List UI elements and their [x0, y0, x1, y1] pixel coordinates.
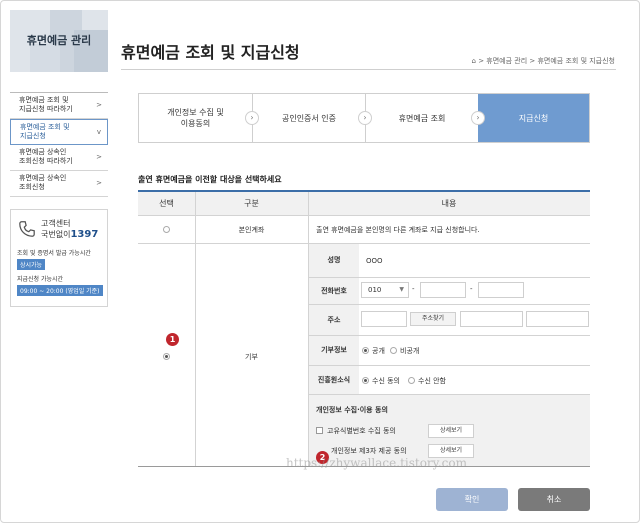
- divider: [121, 69, 616, 70]
- phone-dash: -: [412, 285, 415, 293]
- name-value: OOO: [366, 257, 383, 265]
- phone-label: 전화번호: [309, 278, 359, 304]
- sidebar-item-inquiry[interactable]: 휴면예금 조회 및 지급신청 v: [10, 119, 108, 145]
- phone-prefix-value: 010: [368, 286, 382, 294]
- sidebar-title-banner: 휴면예금 관리: [10, 10, 108, 72]
- customer-center-number: 국번없이1397: [41, 229, 98, 240]
- phone-prefix-select[interactable]: 010 ▼: [361, 282, 409, 298]
- sidebar-item-heir-guide[interactable]: 휴면예금 상속인 조회신청 따라하기 >: [10, 145, 108, 171]
- sidebar-menu: 휴면예금 조회 및 지급신청 따라하기 > 휴면예금 조회 및 지급신청 v 휴…: [10, 92, 108, 197]
- sidebar-item-guide[interactable]: 휴면예금 조회 및 지급신청 따라하기 >: [10, 93, 108, 119]
- sidebar-item-label: 휴면예금 조회 및: [20, 123, 70, 131]
- consent-id-label: 고유식별번호 수집 동의: [327, 427, 396, 435]
- home-icon[interactable]: ⌂: [472, 57, 476, 65]
- confirm-button[interactable]: 확인: [436, 488, 508, 511]
- promo-disagree-label: 수신 안함: [418, 377, 446, 385]
- sidebar-item-label: 지급신청 따라하기: [19, 105, 73, 113]
- step-label: 지급신청: [518, 113, 549, 123]
- phone-middle-input[interactable]: [420, 282, 466, 298]
- watermark: https://zhywallace.tistory.com: [286, 456, 467, 470]
- phone-icon: [19, 221, 35, 237]
- sidebar-title: 휴면예금 관리: [26, 34, 92, 47]
- chevron-right-icon: >: [96, 101, 102, 109]
- sidebar-item-label: 지급신청: [20, 132, 46, 140]
- column-header-select: 선택: [138, 192, 195, 216]
- name-label: 성명: [309, 244, 359, 277]
- step-inquiry: 휴면예금 조회 ›: [365, 94, 485, 142]
- address-label: 주소: [309, 305, 359, 335]
- progress-steps: 개인정보 수집 및이용동의 › 공인인증서 인증 › 휴면예금 조회 › 지급신…: [138, 93, 590, 143]
- promo-agree-label: 수신 동의: [372, 377, 400, 385]
- step-payment: 지급신청: [478, 94, 589, 142]
- chevron-right-icon: >: [96, 153, 102, 161]
- row-type-donation: 기부: [245, 353, 258, 361]
- hours-badge: 상시가능: [17, 259, 46, 270]
- step-certificate: 공인인증서 인증 ›: [252, 94, 372, 142]
- chevron-right-icon: >: [96, 179, 102, 187]
- column-header-type: 구분: [195, 192, 308, 216]
- donation-radio[interactable]: [163, 353, 170, 360]
- hours-label: 지급신청 가능시간: [17, 276, 64, 283]
- promo-disagree-radio[interactable]: [408, 377, 415, 384]
- sidebar-item-label: 조회신청 따라하기: [19, 157, 73, 165]
- detail-button[interactable]: 상세보기: [428, 424, 474, 438]
- section-title: 출연 휴면예금을 이전할 대상을 선택하세요: [138, 175, 282, 184]
- sidebar-item-heir[interactable]: 휴면예금 상속인 조회신청 >: [10, 171, 108, 197]
- promo-agree-radio[interactable]: [362, 377, 369, 384]
- step-label: 휴면예금 조회: [398, 113, 446, 123]
- chevron-down-icon: ▼: [399, 286, 404, 293]
- row-type-own-account: 본인계좌: [238, 226, 265, 234]
- address-detail-input[interactable]: [526, 311, 589, 327]
- consent-title: 개인정보 수집·이용 동의: [316, 406, 388, 414]
- donation-private-label: 비공개: [400, 347, 420, 355]
- row-description: 출연 휴면예금을 본인명의 다른 계좌로 지급 신청합니다.: [316, 226, 480, 234]
- address-input[interactable]: [460, 311, 523, 327]
- address-search-button[interactable]: 주소찾기: [410, 312, 456, 326]
- donation-public-radio[interactable]: [362, 347, 369, 354]
- step-consent: 개인정보 수집 및이용동의 ›: [139, 94, 259, 142]
- cancel-button[interactable]: 취소: [518, 488, 590, 511]
- sidebar-item-label: 조회신청: [19, 183, 45, 191]
- chevron-right-icon: ›: [245, 111, 259, 125]
- donation-info-label: 기부정보: [309, 336, 359, 365]
- promo-label: 진흥원소식: [309, 366, 359, 394]
- phone-last-input[interactable]: [478, 282, 524, 298]
- phone-number: 1397: [70, 229, 99, 240]
- chevron-right-icon: ›: [471, 111, 485, 125]
- hours-badge: 09:00 ~ 20:00 (영업일 기준): [17, 285, 103, 296]
- breadcrumb: ⌂ > 휴면예금 관리 > 휴면예금 조회 및 지급신청: [472, 56, 615, 66]
- chevron-down-icon: v: [96, 128, 101, 136]
- sidebar-item-label: 휴면예금 조회 및: [19, 96, 69, 104]
- page-title: 휴면예금 조회 및 지급신청: [121, 43, 300, 62]
- phone-dash: -: [470, 285, 473, 293]
- step-label: 개인정보 수집 및: [167, 108, 224, 117]
- step-label: 공인인증서 인증: [281, 113, 337, 123]
- hours-label: 조회 및 증명서 발급 가능시간: [17, 250, 91, 257]
- breadcrumb-text[interactable]: > 휴면예금 관리 > 휴면예금 조회 및 지급신청: [478, 57, 615, 65]
- sidebar-item-label: 휴면예금 상속인: [19, 148, 67, 156]
- chevron-right-icon: ›: [358, 111, 372, 125]
- consent-third-party-label: 개인정보 제3자 제공 동의: [331, 447, 407, 455]
- donation-public-label: 공개: [372, 347, 385, 355]
- number-prefix: 국번없이: [41, 230, 71, 239]
- donation-private-radio[interactable]: [390, 347, 397, 354]
- divider: [138, 243, 590, 244]
- sidebar-item-label: 휴면예금 상속인: [19, 174, 67, 182]
- step-label: 이용동의: [180, 119, 211, 128]
- customer-center-label: 고객센터: [41, 219, 71, 228]
- postcode-input[interactable]: [361, 311, 407, 327]
- column-header-content: 내용: [308, 192, 590, 216]
- own-account-radio[interactable]: [163, 226, 170, 233]
- consent-id-checkbox[interactable]: [316, 427, 323, 434]
- customer-center-box: 고객센터 국번없이1397 조회 및 증명서 발급 가능시간 상시가능 지급신청…: [10, 209, 108, 307]
- annotation-badge: 1: [166, 333, 179, 346]
